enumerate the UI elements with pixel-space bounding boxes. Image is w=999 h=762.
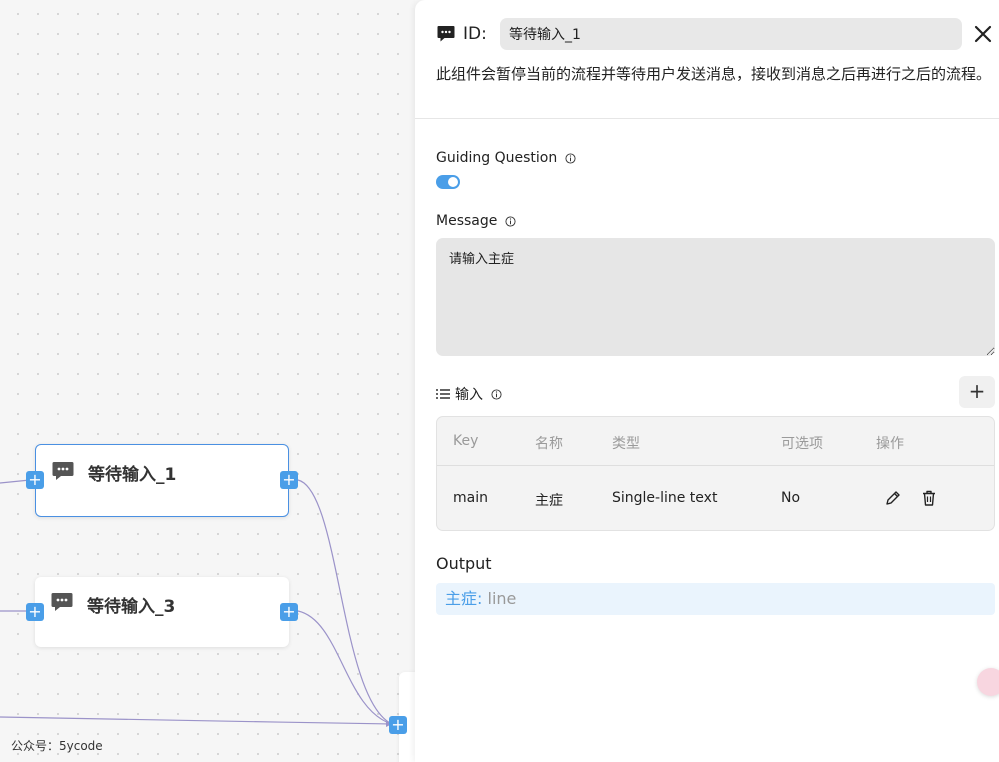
column-header-actions: 操作 <box>876 436 904 452</box>
column-header-type: 类型 <box>612 436 640 452</box>
column-header-key: Key <box>453 433 479 449</box>
close-icon[interactable] <box>971 22 995 46</box>
inputs-label-text: 输入 <box>455 387 483 403</box>
info-icon[interactable] <box>491 388 502 400</box>
flow-node-wait-input-3[interactable]: 等待输入_3 <box>35 577 289 647</box>
message-label-text: Message <box>436 213 498 229</box>
node-title: 等待输入_3 <box>87 597 176 617</box>
flow-edges <box>0 477 393 727</box>
edit-icon[interactable] <box>884 489 902 507</box>
flow-node-wait-input-1[interactable]: 等待输入_1 <box>35 444 289 517</box>
add-input-button[interactable]: + <box>959 376 995 408</box>
output-variable[interactable]: 主症: line <box>436 583 995 615</box>
list-icon <box>436 389 450 399</box>
chat-bubble-icon <box>52 462 74 480</box>
cell-type: Single-line text <box>612 490 718 506</box>
output-key: 主症: <box>445 589 483 608</box>
guiding-question-text: Guiding Question <box>436 150 558 166</box>
table-header: Key 名称 类型 可选项 操作 <box>437 417 994 466</box>
info-icon[interactable] <box>565 152 576 164</box>
output-value: line <box>487 589 517 608</box>
node1-output-handle[interactable]: + <box>280 471 298 489</box>
node3-input-handle[interactable]: + <box>26 603 44 621</box>
node-config-panel: ID: 此组件会暂停当前的流程并等待用户发送消息，接收到消息之后再进行之后的流程… <box>415 0 999 762</box>
inputs-label: 输入 <box>436 384 502 404</box>
column-header-name: 名称 <box>535 436 563 452</box>
output-label: Output <box>436 554 492 573</box>
node-id-input[interactable] <box>500 18 962 50</box>
column-header-optional: 可选项 <box>781 436 823 452</box>
cell-name: 主症 <box>535 493 563 509</box>
node1-input-handle[interactable]: + <box>26 471 44 489</box>
cell-optional: No <box>781 490 801 506</box>
flow-canvas[interactable]: 等待输入_1 + + 等待输入_3 + + + 公众号：5ycode <box>0 0 415 762</box>
edge-node1-to-target <box>297 479 393 725</box>
floating-assistant-button[interactable] <box>977 668 999 696</box>
watermark: 公众号：5ycode <box>11 739 103 753</box>
cell-key: main <box>453 490 488 506</box>
component-description: 此组件会暂停当前的流程并等待用户发送消息，接收到消息之后再进行之后的流程。 <box>436 65 992 83</box>
guiding-question-label: Guiding Question <box>436 150 576 166</box>
delete-icon[interactable] <box>920 489 938 507</box>
table-row: main 主症 Single-line text No <box>437 466 994 530</box>
toggle-knob <box>448 177 458 187</box>
edge-bottom-to-target <box>0 716 393 725</box>
message-label: Message <box>436 213 516 229</box>
message-textarea[interactable]: 请输入主症 <box>436 238 995 356</box>
id-label: ID: <box>463 24 487 44</box>
edge-node3-to-target <box>297 610 393 725</box>
inputs-table: Key 名称 类型 可选项 操作 main 主症 Single-line tex… <box>436 416 995 531</box>
node3-output-handle[interactable]: + <box>280 603 298 621</box>
node-title: 等待输入_1 <box>88 465 177 485</box>
header-divider <box>415 118 999 119</box>
chat-bubble-icon <box>437 26 455 42</box>
chat-bubble-icon <box>51 593 73 611</box>
info-icon[interactable] <box>505 215 516 227</box>
target-input-handle[interactable]: + <box>389 716 407 734</box>
guiding-question-toggle[interactable] <box>436 175 460 189</box>
